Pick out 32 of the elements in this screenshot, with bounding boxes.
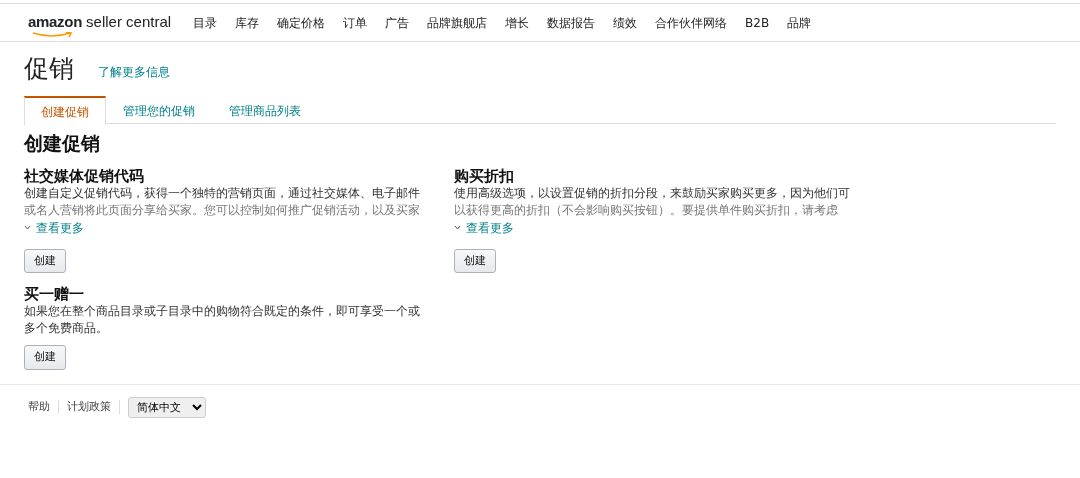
tab[interactable]: 管理商品列表 [212,96,318,125]
nav-link[interactable]: 目录 [193,13,218,32]
nav-link[interactable]: 订单 [343,13,368,32]
promotion-description: 使用高级选项，以设置促销的折扣分段，来鼓励买家购买更多，因为他们可 以获得更高的折扣（不会影响购买按钮）。要提供单件购买折扣，请考虑 [454,184,850,219]
create-button[interactable]: 创建 [24,345,66,370]
see-more-link[interactable]: 查看更多 [24,218,84,237]
promotion-description: 创建自定义促销代码，获得一个独特的营销页面，通过社交媒体、电子邮件 或名人营销将此页面分享给买家。您可以控制如何推广促销活动，以及买家 [24,184,420,219]
nav-link[interactable]: 确定价格 [277,13,326,32]
page-title: 促销 [24,54,74,84]
nav-link[interactable]: 品牌 [787,13,812,32]
nav-link[interactable]: 品牌旗舰店 [427,13,488,32]
nav-link[interactable]: 绩效 [613,13,638,32]
see-more-link[interactable]: 查看更多 [454,218,514,237]
learn-more-link[interactable]: 了解更多信息 [98,63,170,81]
nav-link[interactable]: 广告 [385,13,410,32]
create-button[interactable]: 创建 [24,248,66,274]
tab[interactable]: 管理您的促销 [106,96,212,125]
promotion-title: 社交媒体促销代码 [24,166,144,185]
nav-link[interactable]: 库存 [235,13,260,32]
nav-link[interactable]: 合作伙伴网络 [655,13,728,32]
footer-link[interactable]: 计划政策 [67,399,111,416]
promotion-title: 买一赠一 [24,285,84,304]
nav-link[interactable]: B2B [745,13,770,32]
footer-link[interactable]: 帮助 [28,399,50,416]
language-select[interactable]: 简体中文 [128,396,206,418]
section-title: 创建促销 [24,132,101,155]
nav-link[interactable]: 增长 [505,13,530,32]
nav-link[interactable]: 数据报告 [547,13,596,32]
promotion-title: 购买折扣 [454,166,514,185]
promotion-description: 如果您在整个商品目录或子目录中的购物符合既定的条件，即可享受一个或 多个免费商品。 [24,303,420,338]
create-button[interactable]: 创建 [454,248,496,274]
tab[interactable]: 创建促销 [24,96,106,125]
